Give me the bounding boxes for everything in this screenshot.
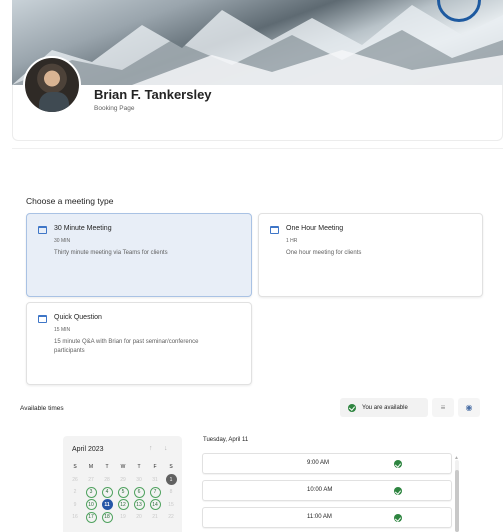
- calendar-day-available[interactable]: 4: [99, 486, 115, 498]
- check-circle-icon: [394, 460, 402, 468]
- weekday-label: S: [169, 464, 173, 470]
- calendar-icon: [38, 226, 47, 234]
- meeting-description: One hour meeting for clients: [286, 250, 362, 256]
- meeting-card-30-minute[interactable]: 30 Minute Meeting 30 MIN Thirty minute m…: [26, 213, 252, 297]
- weekday-label: T: [105, 464, 109, 470]
- calendar-day: 15: [168, 501, 174, 508]
- header-banner-image: [12, 0, 503, 85]
- calendar-day: 8: [169, 489, 173, 495]
- people-button[interactable]: ◉: [458, 398, 480, 417]
- calendar-week-row: 26 27 28 29 30 31 1: [67, 474, 179, 486]
- calendar-week-row: 16 17 18 19 20 21 22: [67, 511, 179, 523]
- meeting-description: 15 minute Q&A with Brian for past semina…: [54, 339, 199, 354]
- calendar-day-available[interactable]: 13: [131, 499, 147, 511]
- calendar-day: 9: [73, 501, 77, 508]
- check-circle-icon: [394, 487, 402, 495]
- availability-status-label: You are available: [362, 404, 408, 411]
- calendar-week-row: 9 10 11 12 13 14 15: [67, 499, 179, 511]
- calendar-day: 19: [120, 514, 126, 520]
- profile-subtitle: Booking Page: [94, 105, 135, 112]
- profile-card: [12, 85, 503, 141]
- calendar-day-available[interactable]: 7: [147, 486, 163, 498]
- calendar-day: 26: [72, 476, 78, 483]
- time-slot-button[interactable]: 11:00 AM: [202, 507, 452, 528]
- calendar-day-available[interactable]: 10: [83, 499, 99, 511]
- meeting-title: One Hour Meeting: [286, 225, 344, 232]
- available-times-heading: Available times: [20, 405, 64, 412]
- calendar-day-available[interactable]: 18: [99, 511, 115, 523]
- mountain-illustration: [12, 5, 503, 85]
- calendar-day-selected[interactable]: 11: [99, 499, 115, 511]
- calendar-day: 20: [136, 514, 142, 520]
- calendar-day: 27: [88, 476, 94, 483]
- date-picker: April 2023 ↑ ↓ S M T W T F S 26 27 28 29…: [63, 436, 182, 532]
- weekday-label: M: [88, 464, 94, 470]
- calendar-day: 28: [104, 476, 110, 483]
- meeting-type-heading: Choose a meeting type: [26, 196, 114, 206]
- calendar-week-row: 2 3 4 5 6 7 8: [67, 486, 179, 498]
- time-slot-label: 10:00 AM: [307, 487, 333, 493]
- avatar: [23, 56, 81, 114]
- weekday-header-row: S M T W T F S: [67, 461, 179, 473]
- time-slot-label: 9:00 AM: [307, 460, 330, 466]
- availability-status-button[interactable]: You are available: [340, 398, 428, 417]
- calendar-day: 16: [72, 514, 78, 520]
- calendar-icon: [270, 226, 279, 234]
- weekday-label: F: [153, 464, 157, 470]
- calendar-day: 21: [152, 514, 158, 520]
- calendar-day: 2: [73, 489, 77, 495]
- calendar-day: 22: [168, 514, 174, 520]
- calendar-day: 31: [152, 476, 158, 483]
- calendar-day-available[interactable]: 5: [115, 486, 131, 498]
- calendar-day-today[interactable]: 1: [163, 474, 179, 486]
- calendar-day-available[interactable]: 3: [83, 486, 99, 498]
- meeting-card-one-hour[interactable]: One Hour Meeting 1 HR One hour meeting f…: [258, 213, 483, 297]
- calendar-day-available[interactable]: 14: [147, 499, 163, 511]
- calendar-icon: [38, 315, 47, 323]
- meeting-duration: 1 HR: [286, 238, 298, 244]
- time-slot-button[interactable]: 9:00 AM: [202, 453, 452, 474]
- weekday-label: T: [137, 464, 141, 470]
- next-month-icon[interactable]: ↓: [164, 445, 168, 452]
- time-slot-button[interactable]: 10:00 AM: [202, 480, 452, 501]
- calendar-day-available[interactable]: 17: [83, 511, 99, 523]
- selected-date-heading: Tuesday, April 11: [203, 437, 249, 443]
- calendar-day: 29: [120, 476, 126, 483]
- calendar-day: 30: [136, 476, 142, 483]
- filter-button[interactable]: ≡: [432, 398, 454, 417]
- people-icon: ◉: [465, 403, 473, 412]
- meeting-duration: 30 MIN: [54, 238, 71, 244]
- previous-month-icon[interactable]: ↑: [149, 445, 153, 452]
- meeting-title: 30 Minute Meeting: [54, 225, 112, 232]
- calendar-day-available[interactable]: 12: [115, 499, 131, 511]
- meeting-duration: 15 MIN: [54, 327, 71, 333]
- profile-name: Brian F. Tankersley: [94, 87, 212, 102]
- calendar-month-label: April 2023: [72, 446, 104, 453]
- weekday-label: S: [73, 464, 77, 470]
- time-slot-label: 11:00 AM: [307, 514, 332, 520]
- meeting-card-quick-question[interactable]: Quick Question 15 MIN 15 minute Q&A with…: [26, 302, 252, 385]
- divider: [12, 148, 503, 158]
- calendar-grid: S M T W T F S 26 27 28 29 30 31 1 2 3 4 …: [67, 461, 179, 524]
- check-circle-icon: [394, 514, 402, 522]
- meeting-title: Quick Question: [54, 314, 102, 321]
- check-circle-icon: [348, 403, 356, 412]
- calendar-day-available[interactable]: 6: [131, 486, 147, 498]
- meeting-description: Thirty minute meeting via Teams for clie…: [54, 250, 168, 256]
- scrollbar-thumb[interactable]: [455, 470, 459, 532]
- filter-icon: ≡: [440, 403, 446, 412]
- weekday-label: W: [120, 464, 126, 470]
